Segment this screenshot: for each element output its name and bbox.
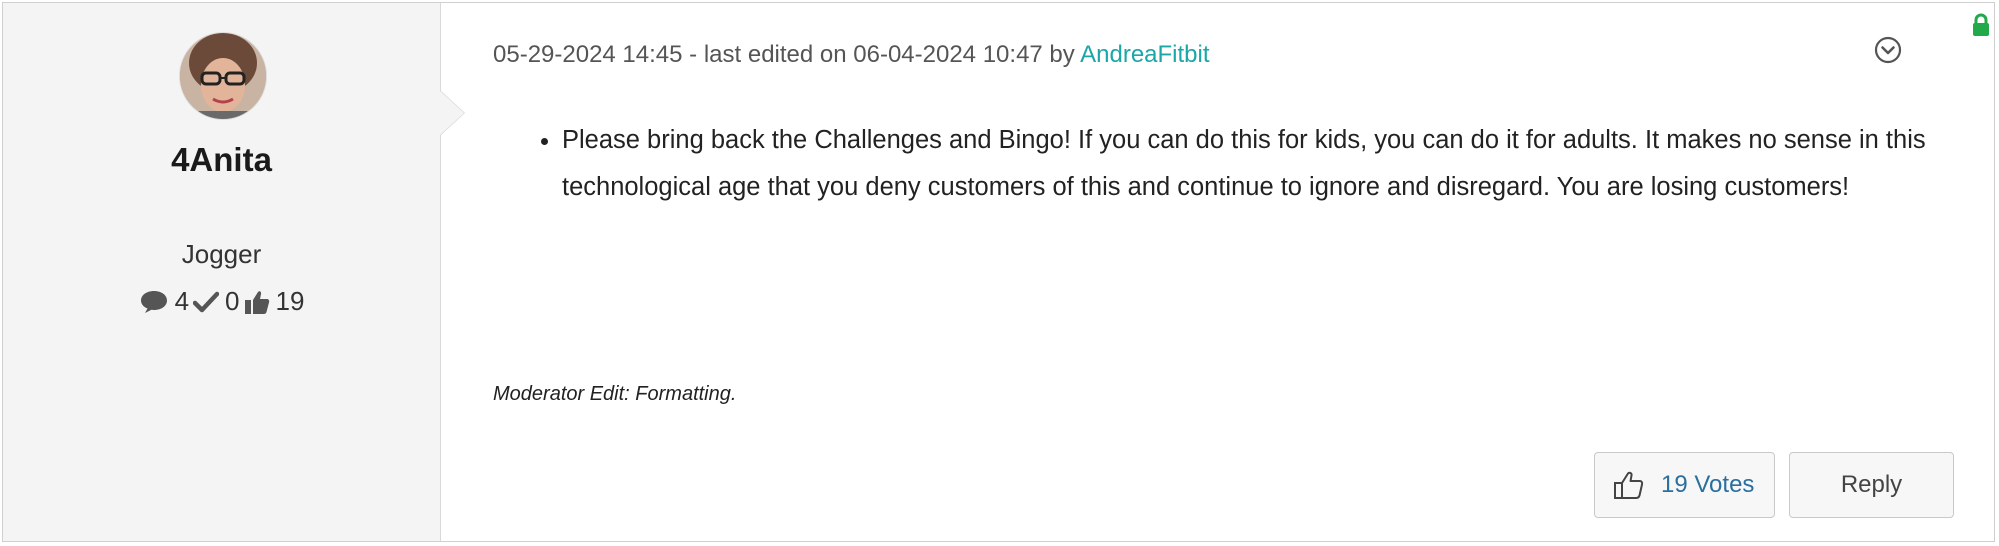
- reply-button[interactable]: Reply: [1789, 452, 1954, 518]
- solutions-stat: 0: [193, 286, 240, 317]
- edited-text: - last edited on 06-04-2024 10:47 by: [682, 41, 1081, 68]
- lock-icon: [1971, 13, 1991, 37]
- author-pane: 4Anita Jogger 4 0 19: [3, 3, 441, 541]
- thumbs-up-icon: [244, 289, 270, 315]
- solutions-count: 0: [225, 286, 240, 316]
- checkmark-icon: [193, 290, 220, 314]
- vote-button[interactable]: 19 Votes: [1594, 452, 1775, 518]
- author-stats: 4 0 19: [3, 286, 440, 317]
- moderator-note: Moderator Edit: Formatting.: [493, 383, 737, 405]
- author-username[interactable]: 4Anita: [3, 141, 440, 179]
- post-date: 05-29-2024 14:45: [493, 41, 683, 68]
- author-pane-pointer: [440, 91, 464, 135]
- post-options-button[interactable]: [1874, 36, 1902, 64]
- forum-post: 4Anita Jogger 4 0 19 05-29-2024 14:45 - …: [2, 2, 1995, 542]
- posts-count: 4: [174, 286, 190, 316]
- thumbs-up-outline-icon: [1613, 469, 1645, 501]
- post-body: Please bring back the Challenges and Bin…: [533, 117, 1982, 211]
- kudos-count: 19: [275, 286, 305, 316]
- avatar[interactable]: [179, 32, 267, 120]
- avatar-image: [180, 33, 266, 119]
- chevron-down-circle-icon: [1874, 36, 1902, 68]
- speech-bubble-icon: [139, 289, 169, 315]
- kudos-stat: 19: [244, 286, 305, 317]
- author-rank: Jogger: [181, 239, 262, 269]
- posts-stat: 4: [139, 286, 189, 317]
- editor-link[interactable]: AndreaFitbit: [1080, 41, 1209, 68]
- post-body-item: Please bring back the Challenges and Bin…: [562, 117, 1982, 211]
- post-meta: 05-29-2024 14:45 - last edited on 06-04-…: [493, 41, 1210, 69]
- vote-count: 19 Votes: [1661, 471, 1755, 498]
